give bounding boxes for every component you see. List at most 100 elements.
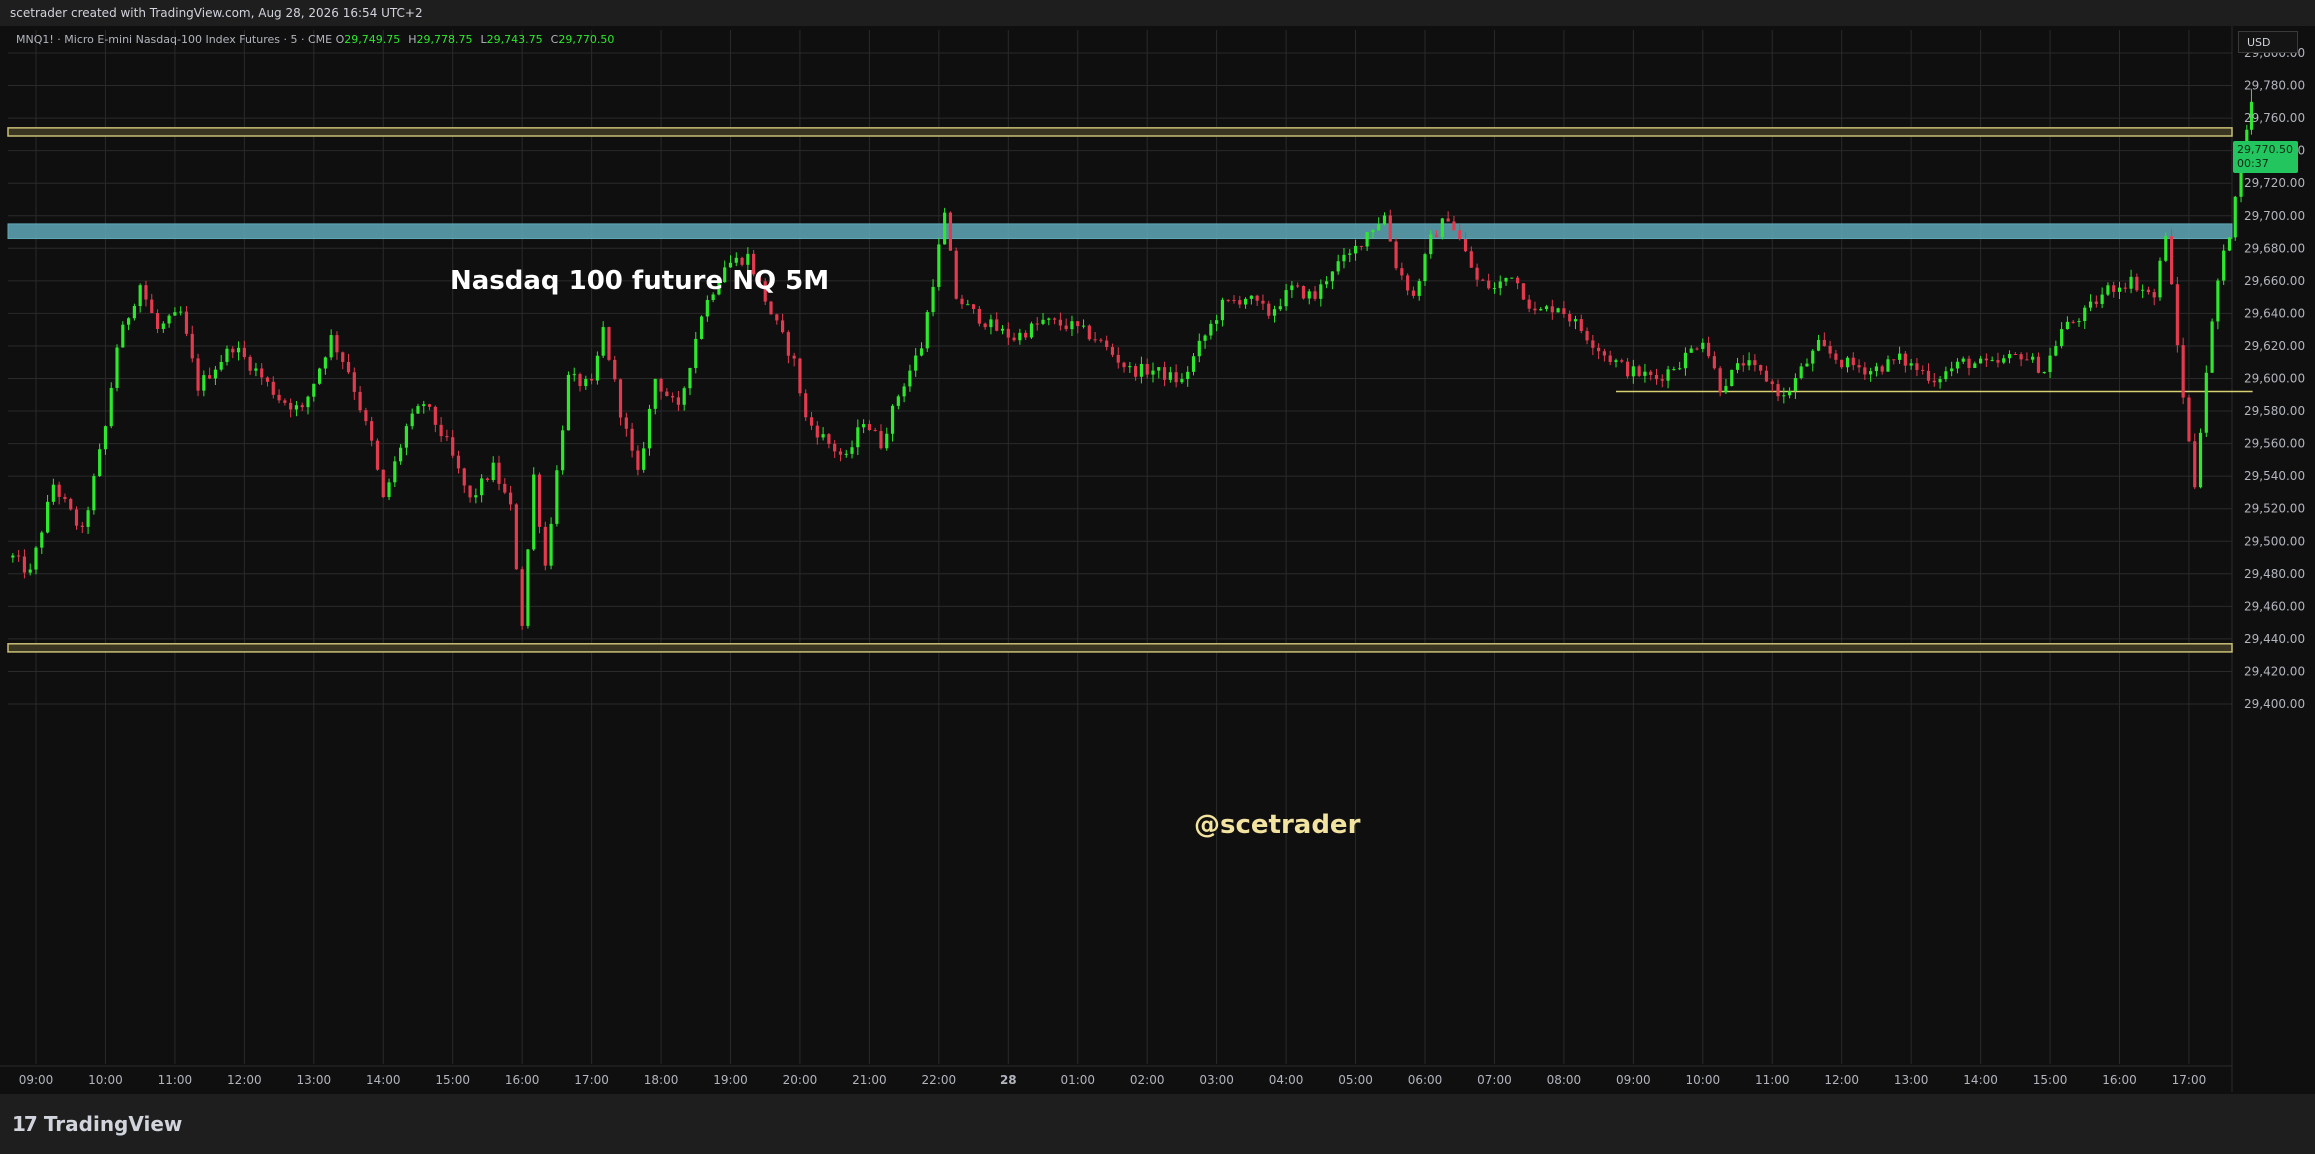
candle-body	[1845, 357, 1850, 368]
upper-band	[7, 127, 2233, 137]
candle-body	[1672, 369, 1676, 371]
candle-body	[1047, 318, 1051, 320]
candle-body	[427, 404, 432, 407]
price-tick-label: 29,760.00	[2244, 111, 2305, 125]
candle-body	[1024, 332, 1028, 338]
candle-body	[1654, 374, 1659, 380]
candle-body	[862, 424, 866, 428]
candle-body	[2077, 321, 2081, 323]
time-tick-label: 11:00	[158, 1073, 193, 1087]
candlestick-chart[interactable]: 29,800.0029,780.0029,760.0029,740.0029,7…	[0, 26, 2315, 1094]
candle-body	[80, 525, 84, 527]
candle-body	[902, 386, 906, 397]
candle-body	[1990, 360, 1994, 362]
price-tick-label: 29,540.00	[2244, 469, 2305, 483]
bottom-bar	[0, 1094, 2315, 1154]
candle-body	[1556, 308, 1560, 313]
currency-button[interactable]: USD	[2238, 31, 2298, 53]
candle-body	[2164, 236, 2168, 261]
candle-body	[1151, 370, 1155, 375]
candle-body	[798, 358, 802, 394]
candle-body	[45, 501, 50, 533]
candle-body	[208, 375, 212, 379]
price-tick-label: 29,560.00	[2244, 437, 2305, 451]
candle-body	[1834, 353, 1838, 360]
candle-body	[647, 408, 652, 449]
candle-body	[2065, 321, 2070, 330]
candle-body	[364, 410, 368, 422]
candle-body	[566, 374, 571, 431]
time-tick-label: 09:00	[19, 1073, 54, 1087]
candle-body	[1944, 371, 1948, 380]
candle-body	[1278, 306, 1282, 310]
candle-body	[1134, 366, 1138, 377]
chart-title: Nasdaq 100 future NQ 5M	[450, 266, 829, 296]
price-tick-label: 29,700.00	[2244, 209, 2305, 223]
last-price-tag: 29,770.50 00:37	[2233, 141, 2298, 173]
price-tick-label: 29,680.00	[2244, 241, 2305, 255]
time-tick-label: 05:00	[1338, 1073, 1373, 1087]
candle-body	[219, 361, 223, 370]
candle-body	[375, 440, 380, 470]
tradingview-logo[interactable]: 17 TradingView	[12, 1112, 182, 1136]
time-tick-label: 10:00	[1686, 1073, 1721, 1087]
candle-body	[809, 417, 814, 426]
candle-body	[277, 394, 281, 401]
candle-body	[1469, 251, 1473, 268]
candle-body	[642, 448, 646, 470]
price-tick-label: 29,640.00	[2244, 306, 2305, 320]
candle-body	[1487, 280, 1491, 289]
candle-body	[1614, 360, 1618, 362]
candle-body	[2141, 289, 2145, 291]
candle-body	[1296, 285, 1300, 287]
chart-area[interactable]: 29,800.0029,780.0029,760.0029,740.0029,7…	[0, 26, 2315, 1098]
candle-body	[2042, 372, 2046, 374]
candle-body	[618, 379, 623, 418]
candle-body	[1139, 363, 1144, 377]
candle-body	[2152, 292, 2156, 298]
candle-body	[780, 320, 785, 333]
candle-body	[1510, 277, 1514, 279]
candle-body	[1805, 363, 1809, 367]
candle-body	[115, 347, 119, 388]
candle-body	[1793, 378, 1797, 392]
candle-body	[155, 313, 160, 329]
candle-body	[838, 451, 843, 455]
candle-body	[2123, 287, 2127, 289]
candle-body	[202, 375, 206, 391]
candle-body	[1579, 319, 1583, 332]
candle-body	[613, 359, 617, 380]
candle-body	[1712, 356, 1716, 369]
candle-body	[1874, 366, 1879, 372]
candle-body	[358, 391, 362, 411]
candle-body	[1724, 386, 1728, 393]
candle-body	[306, 396, 310, 408]
candle-body	[983, 323, 987, 328]
candle-body	[1359, 245, 1363, 247]
candle-body	[422, 404, 426, 407]
candle-body	[1255, 295, 1259, 301]
candle-body	[1087, 325, 1091, 340]
candle-body	[2071, 321, 2075, 323]
candle-body	[2187, 397, 2191, 442]
candle-body	[578, 374, 582, 387]
candle-body	[2181, 345, 2185, 398]
price-tick-label: 29,440.00	[2244, 632, 2305, 646]
candle-body	[1261, 300, 1265, 304]
candle-body	[1585, 331, 1589, 341]
candle-body	[1365, 232, 1369, 247]
candle-body	[433, 406, 437, 425]
candle-body	[856, 427, 860, 448]
candle-body	[607, 327, 611, 360]
candle-body	[121, 324, 125, 348]
candle-body	[28, 569, 32, 573]
candle-body	[1782, 395, 1786, 397]
candle-body	[2198, 432, 2203, 488]
time-tick-label: 17:00	[574, 1073, 609, 1087]
candle-body	[931, 286, 935, 313]
candle-body	[456, 455, 461, 469]
candle-body	[2204, 372, 2208, 433]
candle-body	[1203, 335, 1207, 341]
candle-body	[1840, 359, 1844, 368]
candle-body	[468, 485, 472, 498]
